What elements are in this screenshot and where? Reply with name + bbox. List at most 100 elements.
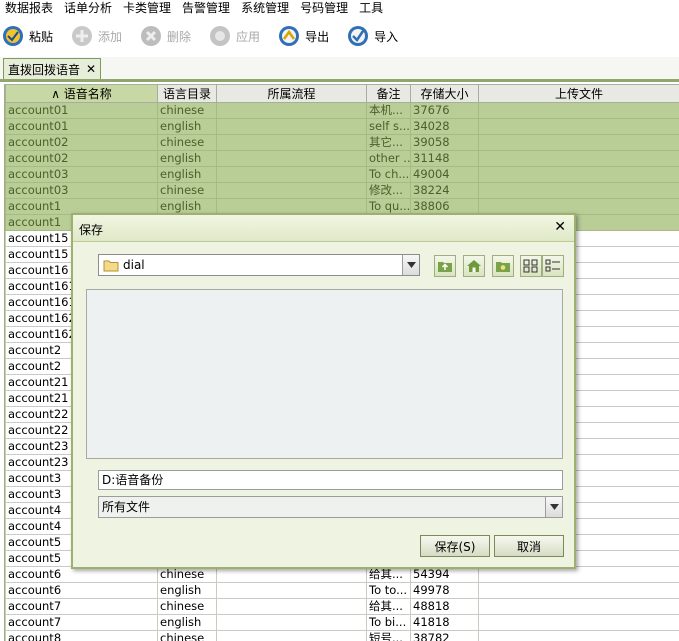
table-cell: account03 <box>5 182 158 199</box>
paste-button[interactable]: 粘贴 <box>0 21 53 51</box>
table-cell: 31148 <box>410 150 479 167</box>
paste-icon <box>3 26 23 46</box>
menu-item-5[interactable]: 号码管理 <box>295 0 354 17</box>
menu-item-6[interactable]: 工具 <box>354 0 389 17</box>
table-cell <box>478 182 679 199</box>
table-cell: account01 <box>5 102 158 119</box>
chevron-down-icon[interactable] <box>402 255 419 275</box>
table-cell: chinese <box>157 598 217 615</box>
table-cell <box>216 598 367 615</box>
table-cell: chinese <box>157 182 217 199</box>
table-row[interactable]: account01 english self s... 34028 <box>5 118 679 135</box>
dialog-title: 保存 <box>79 223 104 237</box>
new-folder-icon <box>496 262 510 272</box>
table-cell <box>216 166 367 183</box>
table-cell <box>478 118 679 135</box>
table-cell: To bi... <box>366 614 411 631</box>
save-dialog: 保存 ✕ dial D:语音备份 所有文件 保存(S) 取消 <box>71 213 576 569</box>
table-cell: 修改... <box>366 182 411 199</box>
apply-button[interactable]: 应用 <box>207 21 260 51</box>
table-cell: 34028 <box>410 118 479 135</box>
table-cell: english <box>157 150 217 167</box>
menu-item-0[interactable]: 数据报表 <box>0 0 59 17</box>
column-header-3[interactable]: 备注 <box>366 84 411 103</box>
table-cell <box>478 582 679 599</box>
table-cell: 38782 <box>410 630 479 641</box>
save-button[interactable]: 保存(S) <box>420 535 490 557</box>
column-header-1[interactable]: 语言目录 <box>157 84 217 103</box>
column-header-2[interactable]: 所属流程 <box>216 84 367 103</box>
column-header-4[interactable]: 存储大小 <box>410 84 479 103</box>
table-cell: account03 <box>5 166 158 183</box>
table-cell <box>216 614 367 631</box>
table-cell: account02 <box>5 150 158 167</box>
import-icon <box>348 26 369 46</box>
table-cell <box>216 630 367 641</box>
menu-item-2[interactable]: 卡类管理 <box>118 0 177 17</box>
table-row[interactable]: account7 english To bi... 41818 <box>5 614 679 631</box>
table-row[interactable]: account02 english other ... 31148 <box>5 150 679 167</box>
chevron-down-icon[interactable] <box>545 497 562 517</box>
table-cell: To to... <box>366 582 411 599</box>
add-button[interactable]: 添加 <box>69 21 122 51</box>
table-cell <box>478 102 679 119</box>
up-folder-button[interactable] <box>434 255 456 277</box>
list-view-button[interactable] <box>520 255 542 277</box>
table-cell: 48818 <box>410 598 479 615</box>
tab-close-icon[interactable]: ✕ <box>86 62 96 76</box>
table-cell: self s... <box>366 118 411 135</box>
up-folder-icon <box>438 262 452 272</box>
table-cell: To ch... <box>366 166 411 183</box>
table-cell: chinese <box>157 102 217 119</box>
table-cell: other ... <box>366 150 411 167</box>
table-row[interactable]: account02 chinese 其它... 39058 <box>5 134 679 151</box>
table-cell: english <box>157 118 217 135</box>
table-cell: 39058 <box>410 134 479 151</box>
file-list[interactable] <box>86 289 563 459</box>
tab-label: 直拨回拨语音 <box>8 62 81 77</box>
filename-input[interactable]: D:语音备份 <box>98 470 563 490</box>
table-cell <box>478 150 679 167</box>
column-header-0[interactable]: ∧ 语音名称 <box>5 84 158 103</box>
tab-direct-callback-voice[interactable]: 直拨回拨语音 ✕ <box>3 58 102 79</box>
table-cell: account7 <box>5 614 158 631</box>
delete-button[interactable]: 删除 <box>138 21 191 51</box>
table-row[interactable]: account6 english To to... 49978 <box>5 582 679 599</box>
table-cell: account6 <box>5 582 158 599</box>
import-button[interactable]: 导入 <box>345 21 398 51</box>
cancel-button[interactable]: 取消 <box>494 535 564 557</box>
table-cell <box>478 630 679 641</box>
table-cell <box>216 182 367 199</box>
directory-value: dial <box>123 258 145 272</box>
column-header-5[interactable]: 上传文件 <box>478 84 679 103</box>
table-cell <box>478 598 679 615</box>
table-row[interactable]: account01 chinese 本机... 37676 <box>5 102 679 119</box>
table-cell: english <box>157 614 217 631</box>
details-view-button[interactable] <box>542 255 564 277</box>
table-cell: english <box>157 582 217 599</box>
menu-item-1[interactable]: 话单分析 <box>59 0 118 17</box>
table-row[interactable]: account7 chinese 给其... 48818 <box>5 598 679 615</box>
table-cell: account7 <box>5 598 158 615</box>
export-button[interactable]: 导出 <box>276 21 329 51</box>
table-row[interactable]: account8 chinese 短号... 38782 <box>5 630 679 641</box>
details-view-icon <box>545 259 560 272</box>
tab-strip: 直拨回拨语音 ✕ <box>0 57 679 82</box>
table-cell: 49004 <box>410 166 479 183</box>
table-header-row: ∧ 语音名称 语言目录 所属流程 备注 存储大小 上传文件 <box>5 84 679 103</box>
menu-item-3[interactable]: 告警管理 <box>177 0 236 17</box>
dialog-close-icon[interactable]: ✕ <box>554 219 566 235</box>
filetype-select[interactable]: 所有文件 <box>98 496 563 518</box>
menu-item-4[interactable]: 系统管理 <box>236 0 295 17</box>
table-cell: 本机... <box>366 102 411 119</box>
new-folder-button[interactable] <box>492 255 514 277</box>
home-icon <box>467 260 481 272</box>
table-row[interactable]: account03 chinese 修改... 38224 <box>5 182 679 199</box>
directory-combo[interactable]: dial <box>98 254 420 276</box>
folder-icon <box>103 260 119 271</box>
table-row[interactable]: account03 english To ch... 49004 <box>5 166 679 183</box>
add-icon <box>72 26 93 46</box>
toolbar: 粘贴 添加 删除 应用 导出 导入 <box>0 17 679 55</box>
table-cell: 37676 <box>410 102 479 119</box>
home-button[interactable] <box>463 255 485 277</box>
